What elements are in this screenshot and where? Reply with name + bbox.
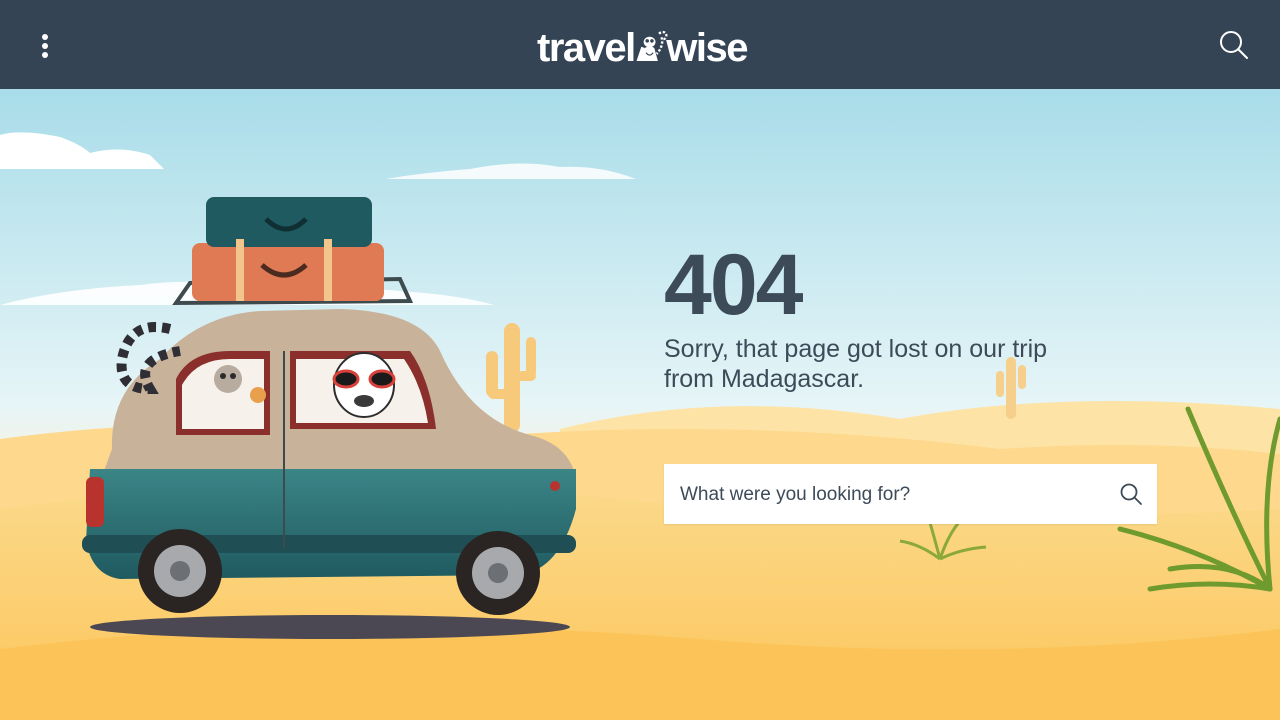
error-content: 404 Sorry, that page got lost on our tri… xyxy=(664,237,1094,394)
site-header: travel wise xyxy=(0,0,1280,89)
error-message: Sorry, that page got lost on our trip fr… xyxy=(664,335,1048,393)
menu-dot xyxy=(42,43,48,49)
menu-dot xyxy=(42,52,48,58)
car-shadow xyxy=(90,615,570,639)
error-code: 404 xyxy=(664,237,804,333)
header-search-button[interactable] xyxy=(1218,29,1250,61)
search-form xyxy=(664,464,1157,526)
search-input[interactable] xyxy=(678,464,1102,526)
menu-button[interactable] xyxy=(30,28,60,64)
search-icon xyxy=(1120,483,1142,505)
lemur-logo-icon xyxy=(636,30,668,61)
logo-text-left: travel xyxy=(537,26,636,70)
desert-background xyxy=(0,89,1280,720)
search-submit-button[interactable] xyxy=(1119,482,1143,506)
logo-text-right: wise xyxy=(666,26,748,70)
search-icon xyxy=(1220,31,1248,59)
menu-dot xyxy=(42,34,48,40)
desert-illustration xyxy=(0,89,1280,720)
travelwise-logo[interactable]: travel wise xyxy=(537,14,748,72)
